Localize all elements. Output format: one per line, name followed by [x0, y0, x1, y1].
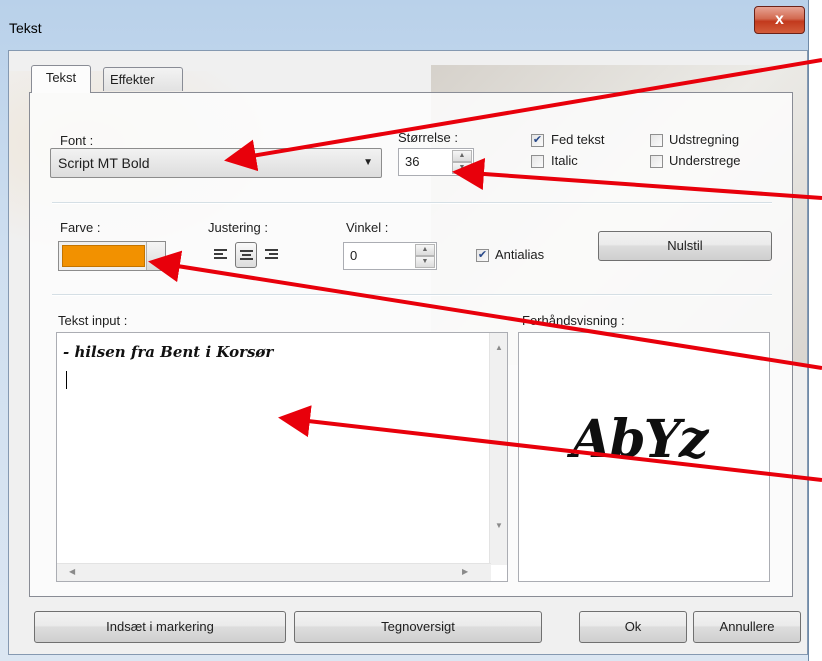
font-select-value: Script MT Bold [58, 155, 150, 171]
align-left-icon [214, 249, 227, 261]
character-map-button[interactable]: Tegnoversigt [294, 611, 542, 643]
size-spin-buttons[interactable]: ▲ ▼ [452, 150, 472, 174]
color-preview-fill [62, 245, 145, 267]
italic-checkbox[interactable] [531, 155, 544, 168]
angle-spin-buttons[interactable]: ▲ ▼ [415, 244, 435, 268]
preview-box: AbYz [518, 332, 770, 582]
spin-up-icon[interactable]: ▲ [452, 150, 472, 162]
text-input-area[interactable]: - hilsen fra Bent i Korsør ▲ ▼ ◀ ▶ [56, 332, 508, 582]
font-select[interactable]: Script MT Bold ▼ [50, 148, 382, 178]
angle-value: 0 [350, 248, 358, 263]
scroll-down-icon[interactable]: ▼ [495, 521, 503, 530]
title-bar[interactable]: Tekst x [0, 0, 808, 50]
spin-down-icon[interactable]: ▼ [415, 256, 435, 268]
antialias-label: Antialias [495, 247, 545, 262]
color-label: Farve : [60, 220, 101, 235]
strikethrough-checkbox[interactable] [650, 134, 663, 147]
separator [52, 202, 772, 204]
underline-label: Understrege [669, 153, 741, 168]
align-right-icon [265, 249, 278, 261]
insert-in-selection-button[interactable]: Indsæt i markering [34, 611, 286, 643]
text-input-label: Tekst input : [58, 313, 128, 328]
spin-up-icon[interactable]: ▲ [415, 244, 435, 256]
separator [52, 294, 772, 296]
text-input-value: - hilsen fra Bent i Korsør [63, 343, 274, 361]
dialog-window: Tekst x Tekst Effekter Font : Script MT … [0, 0, 809, 661]
align-right-button[interactable] [261, 242, 283, 268]
scroll-up-icon[interactable]: ▲ [495, 343, 503, 352]
angle-label: Vinkel : [346, 220, 389, 235]
text-caret [66, 371, 67, 389]
spin-down-icon[interactable]: ▼ [452, 162, 472, 174]
chevron-down-icon: ▼ [363, 157, 373, 168]
scroll-left-icon[interactable]: ◀ [69, 567, 75, 576]
size-value: 36 [405, 154, 420, 169]
reset-button[interactable]: Nulstil [598, 231, 772, 261]
italic-label: Italic [551, 153, 578, 168]
window-title: Tekst [9, 20, 42, 36]
font-label: Font : [60, 133, 94, 148]
scroll-right-icon[interactable]: ▶ [462, 567, 468, 576]
color-dropdown-arrow[interactable] [146, 242, 165, 270]
antialias-checkbox[interactable]: ✔ [476, 249, 489, 262]
align-center-button[interactable] [235, 242, 257, 268]
tab-tekst[interactable]: Tekst [31, 65, 91, 93]
tab-effekter[interactable]: Effekter [103, 67, 183, 91]
vertical-scrollbar[interactable]: ▲ ▼ [489, 333, 507, 565]
horizontal-scrollbar[interactable]: ◀ ▶ [57, 563, 491, 581]
align-left-button[interactable] [210, 242, 232, 268]
size-label: Størrelse : [398, 130, 458, 145]
alignment-label: Justering : [208, 220, 268, 235]
color-picker[interactable] [58, 241, 166, 271]
preview-sample-text: AbYz [571, 409, 708, 470]
close-button[interactable]: x [754, 6, 805, 34]
align-center-icon [240, 250, 253, 262]
strikethrough-label: Udstregning [669, 132, 740, 147]
bold-checkbox[interactable]: ✔ [531, 134, 544, 147]
underline-checkbox[interactable] [650, 155, 663, 168]
size-stepper[interactable]: 36 ▲ ▼ [398, 148, 474, 176]
angle-stepper[interactable]: 0 ▲ ▼ [343, 242, 437, 270]
ok-button[interactable]: Ok [579, 611, 687, 643]
bold-label: Fed tekst [551, 132, 605, 147]
cancel-button[interactable]: Annullere [693, 611, 801, 643]
preview-label: Forhåndsvisning : [522, 313, 625, 328]
